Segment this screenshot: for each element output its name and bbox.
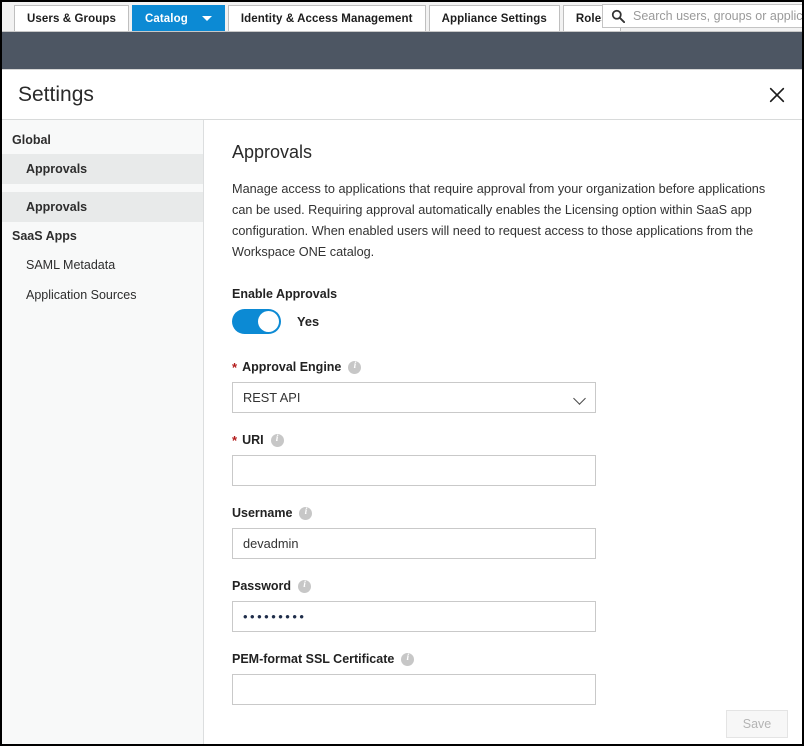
- settings-sidebar: Global Approvals Approvals SaaS Apps SAM…: [2, 120, 204, 744]
- field-approval-engine: * Approval Engine i: [232, 360, 802, 413]
- settings-body: Global Approvals Approvals SaaS Apps SAM…: [2, 120, 802, 744]
- required-asterisk: *: [232, 432, 238, 448]
- field-uri: * URI i: [232, 433, 802, 486]
- chevron-down-icon: [201, 16, 212, 21]
- save-button-label: Save: [742, 717, 772, 731]
- sidebar-item-label: Approvals: [26, 162, 88, 176]
- info-icon[interactable]: i: [270, 433, 284, 447]
- page-title: Settings: [18, 82, 94, 106]
- label-text: Enable Approvals: [232, 287, 338, 301]
- search-input[interactable]: [631, 8, 802, 24]
- info-icon[interactable]: i: [401, 652, 415, 666]
- tab-identity-and-access-management[interactable]: Identity & Access Management: [227, 5, 426, 31]
- tab-appliance-settings[interactable]: Appliance Settings: [428, 5, 560, 31]
- label-text: Password: [232, 579, 292, 593]
- tab-label: Users & Groups: [27, 12, 116, 25]
- tab-catalog[interactable]: Catalog: [131, 5, 225, 31]
- save-button[interactable]: Save: [726, 710, 788, 738]
- approval-engine-label: * Approval Engine i: [232, 360, 802, 374]
- uri-input[interactable]: [232, 455, 596, 486]
- tab-users-and-groups[interactable]: Users & Groups: [14, 5, 129, 31]
- close-icon: [769, 87, 785, 102]
- label-text: PEM-format SSL Certificate: [232, 652, 395, 666]
- sidebar-item-label: Application Sources: [26, 288, 137, 302]
- search-icon: [611, 9, 625, 23]
- approval-engine-select[interactable]: [232, 382, 596, 413]
- toggle-knob: [258, 311, 279, 332]
- sidebar-item-saml-metadata[interactable]: SAML Metadata: [2, 250, 203, 280]
- label-text: Username: [232, 506, 293, 520]
- field-username: Username i: [232, 506, 802, 559]
- uri-label: * URI i: [232, 433, 802, 447]
- sidebar-group-global: Global: [12, 133, 51, 147]
- username-input[interactable]: [232, 528, 596, 559]
- approval-engine-select-wrap: [232, 382, 596, 413]
- label-text: URI: [242, 433, 264, 447]
- settings-main-panel: Approvals Manage access to applications …: [204, 120, 802, 744]
- pem-ssl-certificate-input[interactable]: [232, 674, 596, 705]
- sidebar-item-label: Approvals: [26, 200, 88, 214]
- enable-approvals-value: Yes: [297, 314, 320, 329]
- sidebar-item-global-approvals[interactable]: Approvals: [2, 154, 203, 184]
- label-text: Approval Engine: [242, 360, 342, 374]
- password-label: Password i: [232, 579, 802, 593]
- field-pem-ssl-certificate: PEM-format SSL Certificate i: [232, 652, 802, 705]
- global-search[interactable]: [602, 4, 802, 28]
- tab-label: Identity & Access Management: [240, 12, 413, 25]
- username-label: Username i: [232, 506, 802, 520]
- enable-approvals-row: Yes: [232, 309, 802, 334]
- sidebar-divider: [2, 184, 203, 192]
- sidebar-group-saas-apps: SaaS Apps: [12, 229, 77, 243]
- sidebar-item-application-sources[interactable]: Application Sources: [2, 280, 203, 310]
- settings-header: Settings: [2, 70, 802, 120]
- tab-label: Appliance Settings: [441, 12, 547, 25]
- field-password: Password i: [232, 579, 802, 632]
- required-asterisk: *: [232, 359, 238, 375]
- enable-approvals-label: Enable Approvals: [232, 287, 802, 301]
- top-navigation-bar: Users & Groups Catalog Identity & Access…: [2, 2, 802, 32]
- info-icon[interactable]: i: [348, 360, 362, 374]
- sidebar-item-label: SAML Metadata: [26, 258, 116, 272]
- password-input[interactable]: [232, 601, 596, 632]
- enable-approvals-toggle[interactable]: [232, 309, 281, 334]
- close-button[interactable]: [764, 82, 790, 108]
- tab-label: Catalog: [144, 12, 188, 25]
- secondary-toolbar-band: [2, 32, 802, 70]
- section-description: Manage access to applications that requi…: [232, 182, 766, 259]
- sidebar-item-approvals[interactable]: Approvals: [2, 192, 203, 222]
- app-window: Users & Groups Catalog Identity & Access…: [0, 0, 804, 746]
- pem-ssl-certificate-label: PEM-format SSL Certificate i: [232, 652, 802, 666]
- info-icon[interactable]: i: [298, 579, 312, 593]
- info-icon[interactable]: i: [299, 506, 313, 520]
- section-heading: Approvals: [232, 142, 313, 162]
